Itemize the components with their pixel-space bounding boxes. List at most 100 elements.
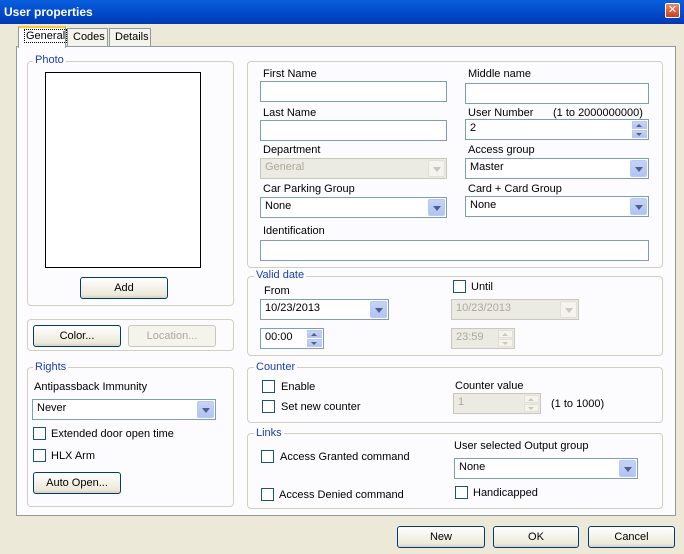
photo-frame: [45, 72, 201, 268]
chevron-down-icon[interactable]: [619, 460, 636, 477]
handicapped-label: Handicapped: [473, 487, 538, 499]
card-group-label: Card + Card Group: [468, 183, 562, 195]
until-time-stepper[interactable]: 23:59: [451, 328, 515, 349]
access-group-label: Access group: [468, 144, 535, 156]
access-granted-label: Access Granted command: [280, 451, 410, 463]
hlx-arm-checkbox[interactable]: [33, 449, 46, 462]
counter-range: (1 to 1000): [551, 398, 605, 410]
access-granted-checkbox[interactable]: [261, 450, 274, 463]
new-button[interactable]: New: [397, 526, 485, 548]
from-label: From: [264, 285, 290, 297]
photo-group-label: Photo: [33, 54, 66, 66]
close-icon[interactable]: ✕: [665, 3, 680, 18]
tab-codes-label: Codes: [73, 31, 105, 43]
counter-value-label: Counter value: [455, 380, 524, 392]
spin-up-icon[interactable]: [307, 330, 322, 338]
chevron-down-icon[interactable]: [370, 301, 387, 318]
spin-up-icon[interactable]: [524, 395, 539, 403]
spin-up-icon[interactable]: [632, 121, 647, 129]
links-group-label: Links: [254, 427, 284, 439]
from-time-value: 00:00: [265, 331, 293, 343]
middle-name-label: Middle name: [468, 68, 531, 80]
car-parking-select[interactable]: None: [260, 197, 447, 218]
card-group-select[interactable]: None: [465, 196, 649, 217]
spin-down-icon[interactable]: [524, 404, 539, 412]
counter-value: 1: [458, 396, 465, 408]
tab-details-label: Details: [115, 31, 149, 43]
until-date-value: 10/23/2013: [456, 302, 512, 314]
identification-label: Identification: [263, 225, 325, 237]
extended-door-label: Extended door open time: [51, 428, 174, 440]
valid-date-group-label: Valid date: [254, 269, 307, 281]
chevron-down-icon[interactable]: [197, 401, 214, 418]
counter-value-stepper[interactable]: 1: [453, 393, 541, 414]
tab-codes[interactable]: Codes: [67, 28, 108, 47]
enable-counter-checkbox[interactable]: [262, 380, 275, 393]
chevron-down-icon[interactable]: [560, 301, 577, 318]
car-parking-label: Car Parking Group: [263, 183, 355, 195]
department-select[interactable]: General: [260, 158, 447, 179]
enable-counter-label: Enable: [281, 381, 316, 393]
antipassback-label: Antipassback Immunity: [34, 381, 148, 393]
access-group-value: Master: [470, 161, 504, 173]
spin-buttons[interactable]: [524, 395, 539, 412]
access-group-select[interactable]: Master: [465, 158, 649, 179]
spin-up-icon[interactable]: [498, 330, 513, 338]
title-bar[interactable]: User properties ✕: [0, 0, 684, 24]
add-photo-button[interactable]: Add: [80, 277, 168, 299]
user-number-stepper[interactable]: 2: [465, 119, 649, 140]
last-name-label: Last Name: [263, 107, 317, 119]
spin-down-icon[interactable]: [632, 130, 647, 138]
output-group-label: User selected Output group: [454, 440, 589, 452]
car-parking-value: None: [265, 200, 292, 212]
until-checkbox[interactable]: [453, 280, 466, 293]
chevron-down-icon[interactable]: [630, 198, 647, 215]
tab-general-label: General: [24, 29, 68, 43]
ok-button[interactable]: OK: [493, 526, 579, 548]
from-time-stepper[interactable]: 00:00: [260, 328, 324, 349]
tab-details[interactable]: Details: [109, 28, 151, 47]
until-time-value: 23:59: [456, 331, 484, 343]
chevron-down-icon[interactable]: [630, 160, 647, 177]
spin-down-icon[interactable]: [307, 339, 322, 347]
antipassback-value: Never: [37, 402, 67, 414]
counter-group-label: Counter: [254, 361, 298, 373]
access-denied-label: Access Denied command: [279, 489, 404, 501]
spin-down-icon[interactable]: [498, 339, 513, 347]
identification-input[interactable]: [260, 240, 649, 261]
cancel-button[interactable]: Cancel: [588, 526, 675, 548]
tab-general[interactable]: General: [18, 26, 68, 48]
set-new-counter-checkbox[interactable]: [262, 400, 275, 413]
department-label: Department: [263, 144, 321, 156]
chevron-down-icon[interactable]: [428, 160, 445, 177]
user-number-value: 2: [470, 122, 477, 134]
spin-buttons[interactable]: [498, 330, 513, 347]
card-group-value: None: [470, 199, 497, 211]
handicapped-checkbox[interactable]: [455, 486, 468, 499]
middle-name-input[interactable]: [465, 83, 649, 104]
extended-door-checkbox[interactable]: [33, 427, 46, 440]
location-button[interactable]: Location...: [128, 325, 216, 347]
first-name-input[interactable]: [260, 81, 447, 102]
hlx-arm-label: HLX Arm: [51, 450, 96, 462]
spin-buttons[interactable]: [632, 121, 647, 138]
output-group-select[interactable]: None: [454, 458, 638, 479]
user-number-range: (1 to 2000000000): [553, 107, 643, 119]
user-number-label: User Number: [468, 107, 534, 119]
first-name-label: First Name: [263, 68, 317, 80]
last-name-input[interactable]: [260, 120, 447, 141]
rights-group-label: Rights: [33, 361, 69, 373]
auto-open-button[interactable]: Auto Open...: [33, 472, 121, 494]
from-date-value: 10/23/2013: [265, 302, 321, 314]
chevron-down-icon[interactable]: [428, 199, 445, 216]
spin-buttons[interactable]: [307, 330, 322, 347]
output-group-value: None: [459, 461, 486, 473]
color-button[interactable]: Color...: [33, 325, 121, 347]
department-value: General: [265, 161, 305, 173]
from-date-picker[interactable]: 10/23/2013: [260, 299, 389, 320]
until-date-picker[interactable]: 10/23/2013: [451, 299, 579, 320]
window-title: User properties: [4, 5, 93, 19]
until-label: Until: [471, 281, 494, 293]
access-denied-checkbox[interactable]: [261, 488, 274, 501]
antipassback-select[interactable]: Never: [32, 399, 216, 420]
